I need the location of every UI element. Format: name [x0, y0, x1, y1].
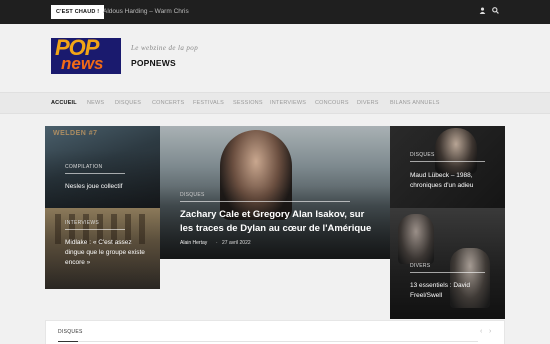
tile-interviews[interactable]: INTERVIEWS Midlake : « C'est assez dingu… [45, 208, 160, 289]
section-divider-accent [58, 341, 78, 342]
news-ticker-link[interactable]: Aldous Harding – Warm Chris [103, 5, 189, 19]
featured-grid: WELDEN #7 COMPILATION Nesles joue collec… [45, 126, 505, 319]
tile-category: DISQUES [410, 152, 435, 158]
portrait-photo-1 [398, 214, 434, 264]
disques-section: DISQUES ‹ › [45, 320, 505, 344]
tile-divider [410, 272, 485, 273]
tile-divider [180, 201, 350, 202]
tile-divider [65, 173, 125, 174]
byline-separator: · [216, 240, 218, 246]
site-tagline: Le webzine de la pop [131, 44, 199, 52]
tile-title[interactable]: Nesles joue collectif [65, 182, 155, 192]
featured-title[interactable]: Zachary Cale et Gregory Alan Isakov, sur… [180, 208, 375, 236]
tile-disques-right[interactable]: DISQUES Maud Lübeck – 1988, chroniques d… [390, 126, 505, 208]
tile-category: DIVERS [410, 263, 431, 269]
user-icon[interactable] [477, 7, 487, 17]
site-name[interactable]: POPNEWS [131, 58, 176, 68]
nav-item-bilans-annuels[interactable]: BILANS ANNUELS [390, 93, 440, 114]
nav-item-sessions[interactable]: SESSIONS [233, 93, 263, 114]
nav-item-accueil[interactable]: ACCUEIL [51, 93, 77, 114]
site-logo[interactable]: POP news [51, 38, 121, 74]
nav-item-disques[interactable]: DISQUES [115, 93, 141, 114]
search-icon[interactable] [490, 7, 500, 17]
featured-date: 27 avril 2022 [222, 240, 251, 246]
nav-item-divers[interactable]: DIVERS [357, 93, 379, 114]
main-nav: ACCUEIL NEWS DISQUES CONCERTS FESTIVALS … [0, 92, 550, 114]
tile-title[interactable]: Midlake : « C'est assez dingue que le gr… [65, 238, 145, 268]
nav-item-concours[interactable]: CONCOURS [315, 93, 349, 114]
prev-arrow-icon[interactable]: ‹ [480, 328, 482, 335]
logo-news-text: news [61, 54, 104, 73]
section-divider [58, 341, 478, 342]
tile-featured[interactable]: DISQUES Zachary Cale et Gregory Alan Isa… [160, 126, 390, 259]
tile-title[interactable]: Maud Lübeck – 1988, chroniques d'un adie… [410, 171, 490, 191]
nav-item-interviews[interactable]: INTERVIEWS [270, 93, 306, 114]
site-header: POP news Le webzine de la pop POPNEWS [0, 24, 550, 92]
tile-title[interactable]: 13 essentiels : David Freel/Swell [410, 281, 472, 301]
section-label: DISQUES [58, 329, 83, 335]
tile-category: COMPILATION [65, 164, 103, 170]
hot-news-button[interactable]: C'EST CHAUD ! [51, 5, 105, 19]
nav-item-news[interactable]: NEWS [87, 93, 104, 114]
artist-photo [435, 128, 477, 174]
top-bar: C'EST CHAUD ! Aldous Harding – Warm Chri… [0, 0, 550, 24]
tile-divider [410, 161, 485, 162]
tile-divers[interactable]: DIVERS 13 essentiels : David Freel/Swell [390, 208, 505, 319]
tile-compilation[interactable]: WELDEN #7 COMPILATION Nesles joue collec… [45, 126, 160, 208]
featured-author[interactable]: Alain Hertay [180, 240, 207, 246]
tile-category: DISQUES [180, 192, 205, 198]
tile-overlay [45, 150, 160, 208]
tile-divider [65, 229, 125, 230]
next-arrow-icon[interactable]: › [489, 328, 491, 335]
nav-item-festivals[interactable]: FESTIVALS [193, 93, 224, 114]
nav-item-concerts[interactable]: CONCERTS [152, 93, 184, 114]
album-art-text: WELDEN #7 [53, 130, 98, 137]
tile-category: INTERVIEWS [65, 220, 100, 226]
